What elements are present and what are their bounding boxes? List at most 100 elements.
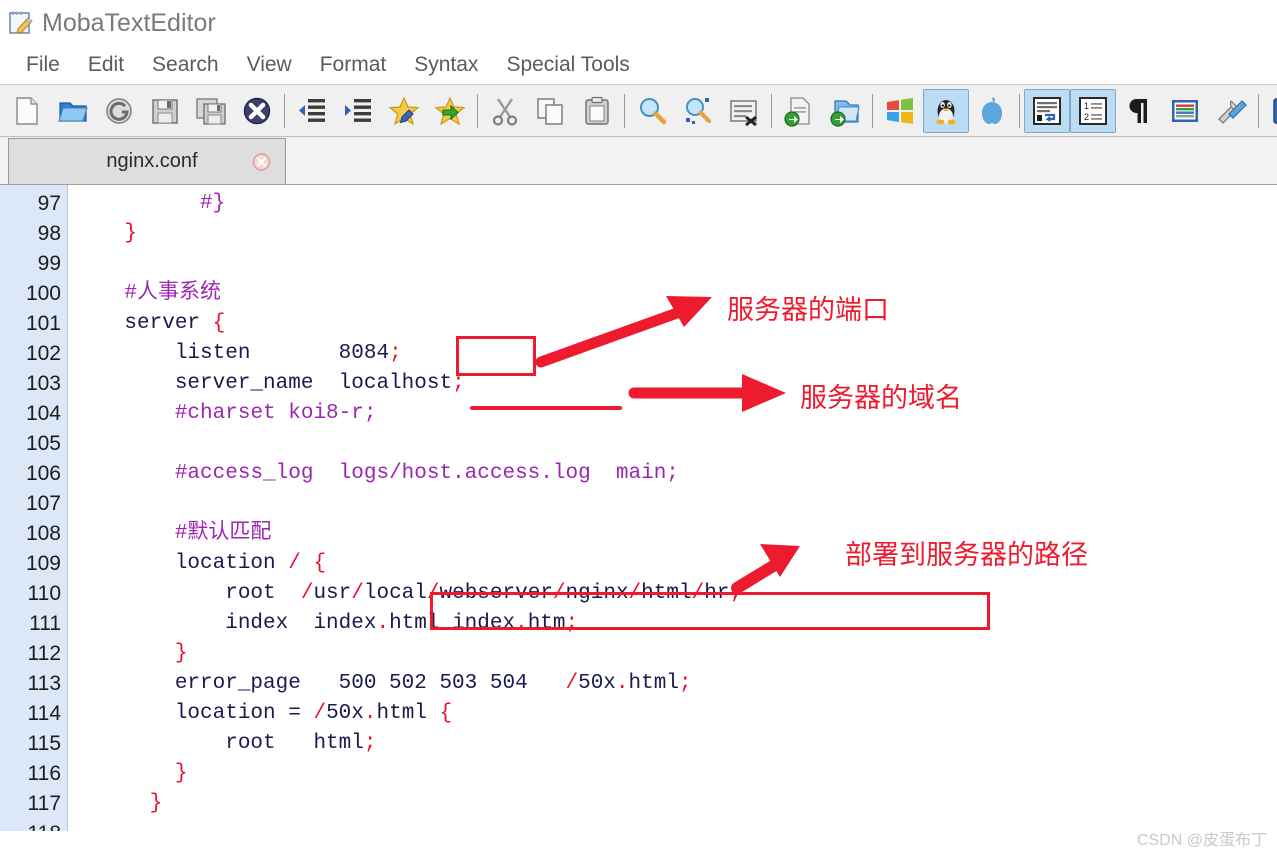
code-line[interactable]: } [68,219,1277,249]
menu-item-search[interactable]: Search [138,53,233,77]
close-file-button[interactable] [234,89,280,133]
find-icon [636,95,668,127]
export-file-button[interactable] [776,89,822,133]
code-token: html [376,702,440,725]
export-file-icon [783,95,815,127]
code-line[interactable]: #人事系统 [68,279,1277,309]
line-number: 109 [25,552,61,575]
code-token: location [74,552,289,575]
code-line[interactable] [68,249,1277,279]
menu-item-special-tools[interactable]: Special Tools [492,53,643,77]
save-icon [149,95,181,127]
close-icon[interactable] [252,152,271,171]
code-line[interactable]: #access_log logs/host.access.log main; [68,459,1277,489]
code-token: / [300,582,314,605]
code-token: location = [74,702,314,725]
line-number: 116 [27,762,61,785]
code-token: hr [704,582,730,605]
code-line[interactable]: root /usr/local/webserver/nginx/html/hr; [68,579,1277,609]
import-file-button[interactable] [822,89,868,133]
code-line[interactable]: #} [68,189,1277,219]
line-number: 118 [0,819,67,831]
code-token: / [426,582,440,605]
code-token: error_page 500 502 503 504 [74,672,566,695]
copy-button[interactable] [528,89,574,133]
linux-format-button[interactable] [923,88,969,133]
find-button[interactable] [629,89,675,133]
bookmark-toggle-button[interactable] [381,89,427,133]
code-token: 50x [326,702,364,725]
copy-icon [535,95,567,127]
code-token: 50x [578,672,616,695]
save-button[interactable] [142,89,188,133]
code-line[interactable]: #默认匹配 [68,519,1277,549]
new-file-button[interactable] [4,89,50,133]
code-view[interactable]: #} } #人事系统 server { listen 8084; server_… [68,185,1277,831]
code-token: ; [678,672,692,695]
menu-item-file[interactable]: File [12,53,74,77]
code-line[interactable]: index index.html index.htm; [68,609,1277,639]
code-line[interactable]: #charset koi8-r; [68,399,1277,429]
code-line[interactable]: server_name localhost; [68,369,1277,399]
menu-item-edit[interactable]: Edit [74,53,138,77]
save-all-button[interactable] [188,89,234,133]
indent-button[interactable] [335,89,381,133]
windows-format-icon [884,95,916,127]
menu-item-format[interactable]: Format [306,53,401,77]
code-token: } [174,642,188,665]
find-replace-button[interactable] [675,89,721,133]
menu-item-view[interactable]: View [233,53,306,77]
code-line[interactable]: } [68,639,1277,669]
new-file-icon [11,95,43,127]
line-number: 112 [27,642,61,665]
code-token: } [149,792,163,815]
bookmark-next-button[interactable] [427,89,473,133]
code-line[interactable]: error_page 500 502 503 504 /50x.html; [68,669,1277,699]
line-number: 99 [37,252,61,275]
code-token: html [641,582,692,605]
preferences-button[interactable] [1208,89,1254,133]
extra-tool-button[interactable] [1263,89,1277,133]
toolbar-separator [624,93,625,128]
code-line[interactable]: } [68,759,1277,789]
outdent-button[interactable] [289,89,335,133]
code-token: } [174,762,188,785]
line-numbers-button[interactable]: 12 [1070,88,1116,133]
line-number-gutter: 97 98 99 100 101 102 103 104 105 106 107 108 109 110 1… [0,185,68,831]
code-token: / [628,582,642,605]
code-line[interactable]: root html; [68,729,1277,759]
code-line[interactable]: location = /50x.html { [68,699,1277,729]
code-line[interactable] [68,489,1277,519]
paste-button[interactable] [574,89,620,133]
code-line[interactable] [68,429,1277,459]
line-number: 107 [25,492,61,515]
menu-item-syntax[interactable]: Syntax [400,53,492,77]
windows-format-button[interactable] [877,89,923,133]
code-line[interactable]: listen 8084; [68,339,1277,369]
code-line[interactable]: location / { [68,549,1277,579]
goto-line-button[interactable] [721,89,767,133]
cut-button[interactable] [482,89,528,133]
line-number: 117 [27,792,61,815]
tab-nginx-conf[interactable]: nginx.conf [8,138,286,184]
pilcrow-button[interactable] [1116,89,1162,133]
code-token: server [74,312,213,335]
code-line[interactable] [68,819,1277,831]
word-wrap-button[interactable] [1024,88,1070,133]
extra-tool-icon [1270,95,1277,127]
reload-button[interactable] [96,89,142,133]
code-token: / [565,672,579,695]
mac-format-button[interactable] [969,89,1015,133]
code-token: root [74,582,301,605]
line-number: 114 [27,702,61,725]
tab-label: nginx.conf [106,150,198,172]
syntax-colors-button[interactable] [1162,89,1208,133]
import-file-icon [829,95,861,127]
code-line[interactable]: } [68,789,1277,819]
code-line[interactable]: server { [68,309,1277,339]
line-number: 111 [29,612,61,635]
open-folder-button[interactable] [50,89,96,133]
